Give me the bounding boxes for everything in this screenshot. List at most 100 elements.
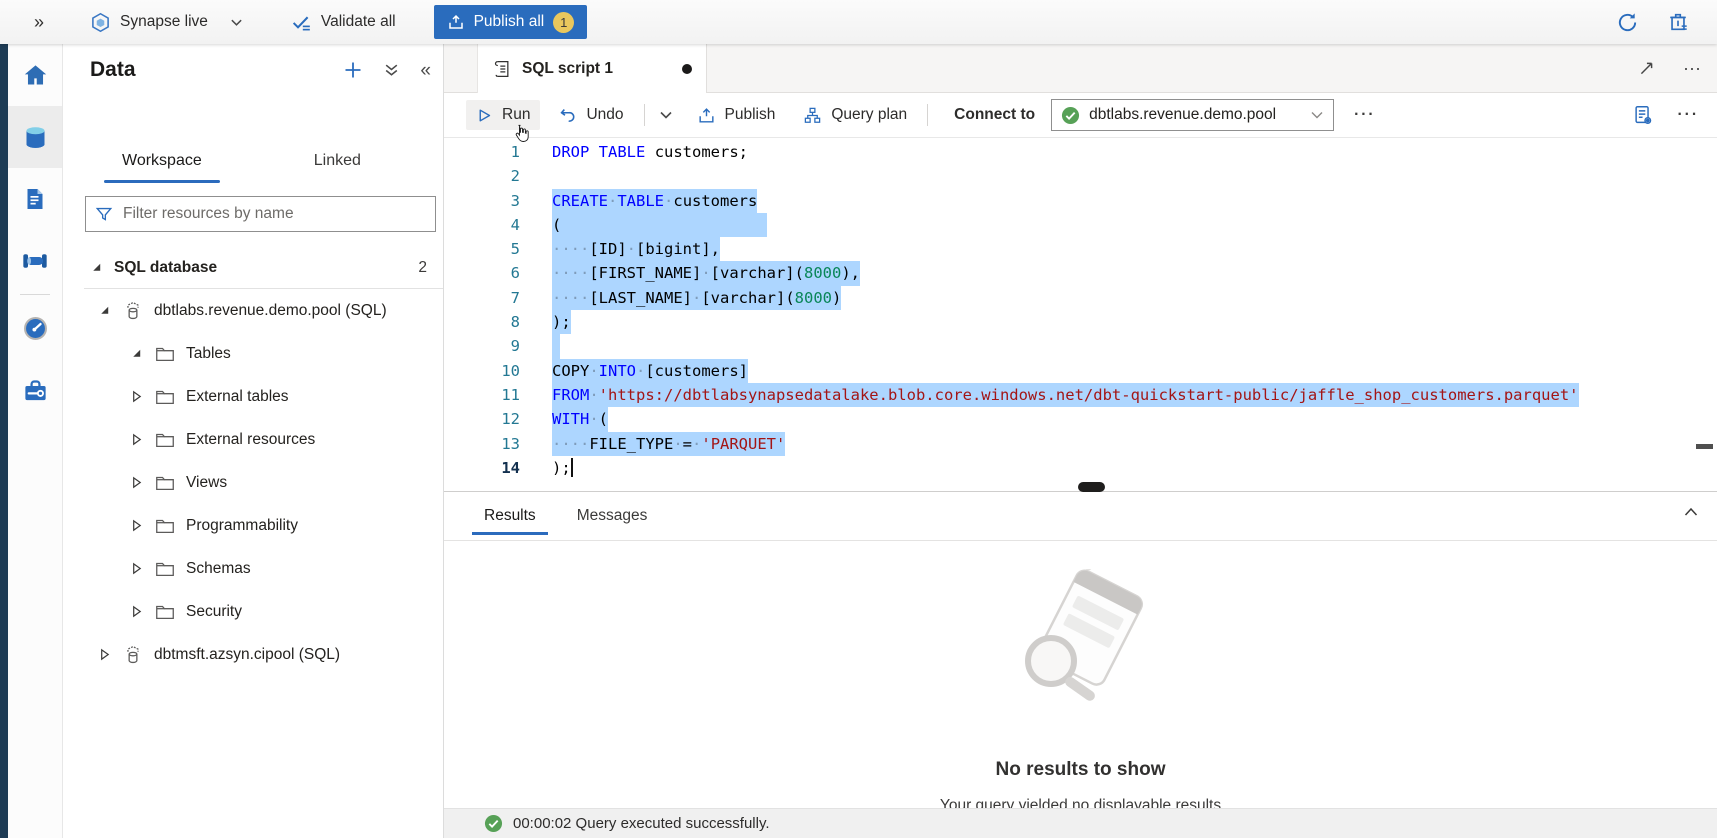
toolbar-overflow-icon[interactable]: ··· xyxy=(1678,106,1700,124)
line-number: 1 xyxy=(444,140,520,164)
synapse-studio-window: » Synapse live Validate all Publish all … xyxy=(0,0,1717,838)
nav-home[interactable] xyxy=(8,44,62,106)
tab-messages[interactable]: Messages xyxy=(573,501,652,531)
toolbar-more-icon[interactable]: ··· xyxy=(1354,106,1376,124)
code-line[interactable]: 13····FILE_TYPE·=·'PARQUET' xyxy=(444,432,1717,456)
line-number: 14 xyxy=(444,456,520,480)
code-line[interactable]: 11FROM·'https://dbtlabsynapsedatalake.bl… xyxy=(444,383,1717,407)
collapsed-triangle-icon[interactable] xyxy=(130,562,145,575)
line-content xyxy=(552,334,560,358)
publish-upload-icon xyxy=(447,13,465,31)
folder-icon xyxy=(154,343,176,365)
tree-item-security[interactable]: Security xyxy=(62,590,443,633)
rail-divider xyxy=(20,294,50,295)
connection-name: dbtlabs.revenue.demo.pool xyxy=(1089,106,1301,124)
collapsed-triangle-icon[interactable] xyxy=(130,605,145,618)
publish-all-button[interactable]: Publish all 1 xyxy=(434,5,588,39)
query-plan-button[interactable]: Query plan xyxy=(793,100,917,131)
expanded-triangle-icon[interactable] xyxy=(90,261,105,274)
nav-data[interactable] xyxy=(8,106,62,168)
code-line[interactable]: 4( xyxy=(444,213,1717,237)
tab-results[interactable]: Results xyxy=(480,501,540,531)
tree-label: External resources xyxy=(186,431,315,449)
line-content: FROM·'https://dbtlabsynapsedatalake.blob… xyxy=(552,383,1579,407)
nav-develop[interactable] xyxy=(8,168,62,230)
filter-input[interactable] xyxy=(121,204,426,224)
collapse-panel-icon[interactable]: « xyxy=(420,61,431,80)
code-line[interactable]: 7····[LAST_NAME]·[varchar](8000) xyxy=(444,286,1717,310)
nav-monitor[interactable] xyxy=(8,297,62,359)
tree-item-pool-2[interactable]: dbtmsft.azsyn.cipool (SQL) xyxy=(62,633,443,676)
tree-item-external-tables[interactable]: External tables xyxy=(62,375,443,418)
nav-manage[interactable] xyxy=(8,359,62,421)
properties-icon[interactable] xyxy=(1632,104,1654,126)
code-line[interactable]: 8); xyxy=(444,310,1717,334)
expanded-triangle-icon[interactable] xyxy=(98,304,113,317)
add-resource-icon[interactable] xyxy=(343,60,363,80)
environment-selector[interactable]: Synapse live xyxy=(90,12,208,33)
nav-integrate[interactable] xyxy=(8,230,62,292)
activity-bar xyxy=(8,44,63,838)
tree-label: SQL database xyxy=(114,259,217,277)
code-lines: 1DROP TABLE customers;23CREATE·TABLE·cus… xyxy=(444,138,1717,480)
tree-item-pool-1[interactable]: dbtlabs.revenue.demo.pool (SQL) xyxy=(62,289,443,332)
tree-item-views[interactable]: Views xyxy=(62,461,443,504)
environment-chevron-icon[interactable] xyxy=(230,16,243,29)
tree-section-sql-database[interactable]: SQL database 2 xyxy=(62,246,443,289)
discard-trash-icon[interactable] xyxy=(1667,11,1689,33)
code-line[interactable]: 6····[FIRST_NAME]·[varchar](8000), xyxy=(444,261,1717,285)
collapsed-triangle-icon[interactable] xyxy=(130,390,145,403)
expanded-triangle-icon[interactable] xyxy=(130,347,145,360)
expand-editor-icon[interactable] xyxy=(1638,60,1655,77)
collapsed-triangle-icon[interactable] xyxy=(98,648,113,661)
line-number: 13 xyxy=(444,432,520,456)
code-line[interactable]: 5····[ID]·[bigint], xyxy=(444,237,1717,261)
run-button[interactable]: Run xyxy=(466,100,540,130)
play-icon xyxy=(476,107,493,124)
code-line[interactable]: 12WITH·( xyxy=(444,407,1717,431)
tree-label: External tables xyxy=(186,388,289,406)
validate-all-label: Validate all xyxy=(321,13,396,31)
tree-item-programmability[interactable]: Programmability xyxy=(62,504,443,547)
tab-more-icon[interactable]: ··· xyxy=(1683,58,1701,79)
validate-all-button[interactable]: Validate all xyxy=(291,12,396,33)
line-content: ····[LAST_NAME]·[varchar](8000) xyxy=(552,286,841,310)
toolbar-divider xyxy=(644,104,645,126)
code-line[interactable]: 1DROP TABLE customers; xyxy=(444,140,1717,164)
tree-label: dbtmsft.azsyn.cipool (SQL) xyxy=(154,646,340,664)
expand-panel-icon[interactable]: » xyxy=(34,12,44,33)
results-splitter-handle[interactable] xyxy=(1078,482,1105,492)
connect-to-label: Connect to xyxy=(954,106,1035,124)
tree-item-tables[interactable]: Tables xyxy=(62,332,443,375)
collapsed-triangle-icon[interactable] xyxy=(130,519,145,532)
line-content: WITH·( xyxy=(552,407,608,431)
editor-tab-strip: SQL script 1 ··· xyxy=(444,44,1717,93)
code-editor[interactable]: 1DROP TABLE customers;23CREATE·TABLE·cus… xyxy=(444,138,1717,528)
publish-button[interactable]: Publish xyxy=(687,100,786,131)
code-line[interactable]: 2 xyxy=(444,164,1717,188)
line-number: 9 xyxy=(444,334,520,358)
tab-sql-script-1[interactable]: SQL script 1 xyxy=(477,44,707,93)
tree-label: Programmability xyxy=(186,517,298,535)
data-panel: Data « Workspace Linked xyxy=(62,44,444,838)
connection-chevron-icon xyxy=(1310,108,1324,122)
collapsed-triangle-icon[interactable] xyxy=(130,476,145,489)
publish-all-label: Publish all xyxy=(474,13,545,31)
code-line[interactable]: 3CREATE·TABLE·customers xyxy=(444,189,1717,213)
tab-linked[interactable]: Linked xyxy=(312,144,363,183)
tab-workspace[interactable]: Workspace xyxy=(120,144,204,183)
double-chevron-down-icon[interactable] xyxy=(383,62,400,79)
collapsed-triangle-icon[interactable] xyxy=(130,433,145,446)
tree-label: Tables xyxy=(186,345,231,363)
collapse-results-chevron-icon[interactable] xyxy=(1683,504,1699,520)
undo-button[interactable]: Undo xyxy=(548,100,633,131)
code-line[interactable]: 9 xyxy=(444,334,1717,358)
refresh-icon[interactable] xyxy=(1616,11,1639,34)
connection-dropdown[interactable]: dbtlabs.revenue.demo.pool xyxy=(1051,99,1334,131)
code-line[interactable]: 14); xyxy=(444,456,1717,480)
code-line[interactable]: 10COPY·INTO·[customers] xyxy=(444,359,1717,383)
tree-item-schemas[interactable]: Schemas xyxy=(62,547,443,590)
run-label: Run xyxy=(502,106,530,124)
tree-item-external-resources[interactable]: External resources xyxy=(62,418,443,461)
undo-menu-chevron-icon[interactable] xyxy=(655,104,677,126)
